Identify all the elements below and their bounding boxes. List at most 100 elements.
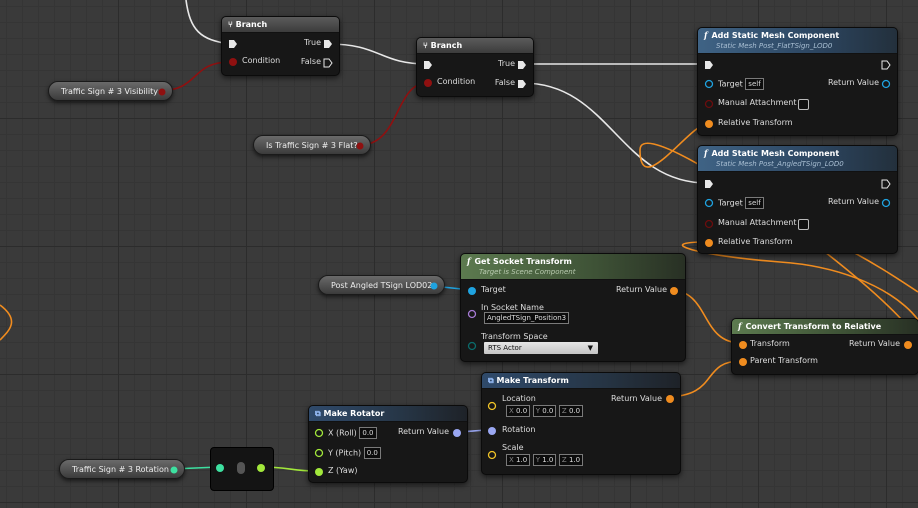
exec-in-pin[interactable] — [228, 39, 238, 49]
socket-name-field[interactable]: AngledTSign_Position3 — [484, 312, 570, 324]
x-roll-row: X (Roll) 0.0 — [328, 427, 377, 439]
manual-attachment-pin[interactable] — [704, 219, 714, 229]
var-is-traffic-sign-flat[interactable]: Is Traffic Sign # 3 Flat? — [253, 135, 371, 155]
exec-wire-false — [522, 82, 708, 184]
condition-pin[interactable] — [423, 78, 433, 88]
float-out-pin[interactable] — [170, 466, 178, 474]
bool-out-pin[interactable] — [356, 142, 364, 150]
relative-transform-label: Relative Transform — [718, 118, 793, 127]
target-pin[interactable] — [704, 198, 714, 208]
exec-in-pin[interactable] — [423, 60, 433, 70]
var-label: Is Traffic Sign # 3 Flat? — [266, 141, 358, 150]
var-traffic-sign-rotation[interactable]: Traffic Sign # 3 Rotation — [59, 459, 185, 479]
node-title: Convert Transform to Relative — [745, 322, 882, 331]
manual-attachment-pin[interactable] — [704, 99, 714, 109]
chevron-down-icon: ▼ — [587, 344, 593, 352]
y-pitch-row: Y (Pitch) 0.0 — [328, 447, 381, 459]
manual-attachment-label: Manual Attachment — [718, 98, 797, 107]
target-value-field[interactable]: self — [745, 197, 764, 209]
transform-pin[interactable] — [738, 340, 748, 350]
branch-node-1[interactable]: ⑂ Branch Condition True False — [221, 16, 340, 76]
rotation-pin[interactable] — [487, 426, 497, 436]
return-value-pin[interactable] — [669, 286, 679, 296]
convert-transform-node[interactable]: f Convert Transform to Relative Transform… — [731, 318, 918, 375]
node-title: Add Static Mesh Component — [711, 149, 840, 158]
add-static-mesh-flat-node[interactable]: f Add Static Mesh Component Static Mesh Po… — [697, 27, 898, 136]
branch-icon: ⑂ — [423, 41, 431, 50]
true-label: True — [304, 38, 321, 47]
transform-space-value: RTS Actor — [488, 344, 522, 352]
return-value-pin[interactable] — [665, 394, 675, 404]
location-y-field[interactable]: Y 0.0 — [532, 405, 557, 417]
node-title: Get Socket Transform — [474, 257, 572, 266]
function-icon: f — [738, 321, 742, 331]
var-label: Traffic Sign # 3 Rotation — [72, 465, 169, 474]
exec-out-pin[interactable] — [881, 60, 891, 70]
exec-true-pin[interactable] — [323, 39, 333, 49]
y-pitch-field[interactable]: 0.0 — [363, 447, 381, 459]
scale-z-field[interactable]: Z 1.0 — [558, 454, 584, 466]
var-label: Traffic Sign # 3 Visibility — [61, 87, 158, 96]
target-row: Target self — [718, 197, 764, 209]
scale-y-field[interactable]: Y 1.0 — [532, 454, 557, 466]
scale-pin[interactable] — [487, 450, 497, 460]
exec-false-pin[interactable] — [517, 79, 527, 89]
target-pin[interactable] — [704, 79, 714, 89]
socket-name-pin[interactable] — [467, 309, 477, 319]
return-value-pin[interactable] — [881, 198, 891, 208]
location-label: Location — [502, 394, 536, 403]
location-x-field[interactable]: X 0.0 — [506, 405, 531, 417]
target-label: Target — [718, 79, 743, 89]
var-post-angled-tsign[interactable]: Post Angled TSign LOD02 — [318, 275, 445, 295]
x-roll-field[interactable]: 0.0 — [359, 427, 377, 439]
manual-attachment-checkbox[interactable] — [798, 99, 809, 110]
branch-node-2[interactable]: ⑂ Branch Condition True False — [416, 37, 534, 97]
scale-label: Scale — [502, 443, 524, 452]
z-yaw-label: Z (Yaw) — [328, 466, 358, 475]
exec-true-pin[interactable] — [517, 60, 527, 70]
z-yaw-pin[interactable] — [314, 467, 324, 477]
var-traffic-sign-visibility[interactable]: Traffic Sign # 3 Visibility — [48, 81, 173, 101]
target-pin[interactable] — [467, 286, 477, 296]
condition-pin[interactable] — [228, 57, 238, 67]
float-conversion-node[interactable] — [210, 447, 274, 491]
branch-node-2-title: Branch — [430, 41, 463, 50]
get-socket-transform-node[interactable]: f Get Socket Transform Target is Scene Com… — [460, 253, 686, 362]
location-z-field[interactable]: Z 0.0 — [558, 405, 584, 417]
make-transform-node[interactable]: ⧉ Make Transform Location X 0.0 Y 0.0 Z … — [481, 372, 681, 475]
return-value-pin[interactable] — [452, 428, 462, 438]
relative-transform-pin[interactable] — [704, 119, 714, 129]
return-value-label: Return Value — [610, 394, 662, 403]
return-value-pin[interactable] — [903, 340, 913, 350]
transform-space-dropdown[interactable]: RTS Actor ▼ — [484, 342, 598, 354]
add-static-mesh-angled-node[interactable]: f Add Static Mesh Component Static Mesh Po… — [697, 145, 898, 254]
y-pitch-pin[interactable] — [314, 448, 324, 458]
location-pin[interactable] — [487, 401, 497, 411]
return-value-label: Return Value — [397, 427, 449, 436]
node-title: Make Rotator — [323, 409, 385, 418]
exec-false-pin[interactable] — [323, 58, 333, 68]
parent-transform-pin[interactable] — [738, 357, 748, 367]
transform-space-pin[interactable] — [467, 341, 477, 351]
relative-transform-pin[interactable] — [704, 238, 714, 248]
target-value-field[interactable]: self — [745, 78, 764, 90]
x-roll-pin[interactable] — [314, 428, 324, 438]
bool-out-pin[interactable] — [158, 88, 166, 96]
object-out-pin[interactable] — [430, 282, 438, 290]
make-rotator-node[interactable]: ⧉ Make Rotator X (Roll) 0.0 Return Value… — [308, 405, 468, 483]
branch-node-2-header: ⑂ Branch — [417, 38, 533, 54]
return-value-label: Return Value — [827, 197, 879, 206]
branch-node-1-title: Branch — [235, 20, 268, 29]
exec-in-pin[interactable] — [704, 179, 714, 189]
return-value-pin[interactable] — [881, 79, 891, 89]
node-subtitle: Static Mesh Post_AngledTSign_LOD0 — [716, 160, 844, 168]
function-icon: f — [467, 256, 471, 266]
exec-out-pin[interactable] — [881, 179, 891, 189]
exec-in-pin[interactable] — [704, 60, 714, 70]
scale-x-field[interactable]: X 1.0 — [506, 454, 531, 466]
return-value-label: Return Value — [615, 285, 667, 294]
socket-name-label: In Socket Name — [481, 303, 544, 312]
exec-wire-branch — [328, 43, 428, 65]
manual-attachment-checkbox[interactable] — [798, 219, 809, 230]
return-value-label: Return Value — [827, 78, 879, 87]
